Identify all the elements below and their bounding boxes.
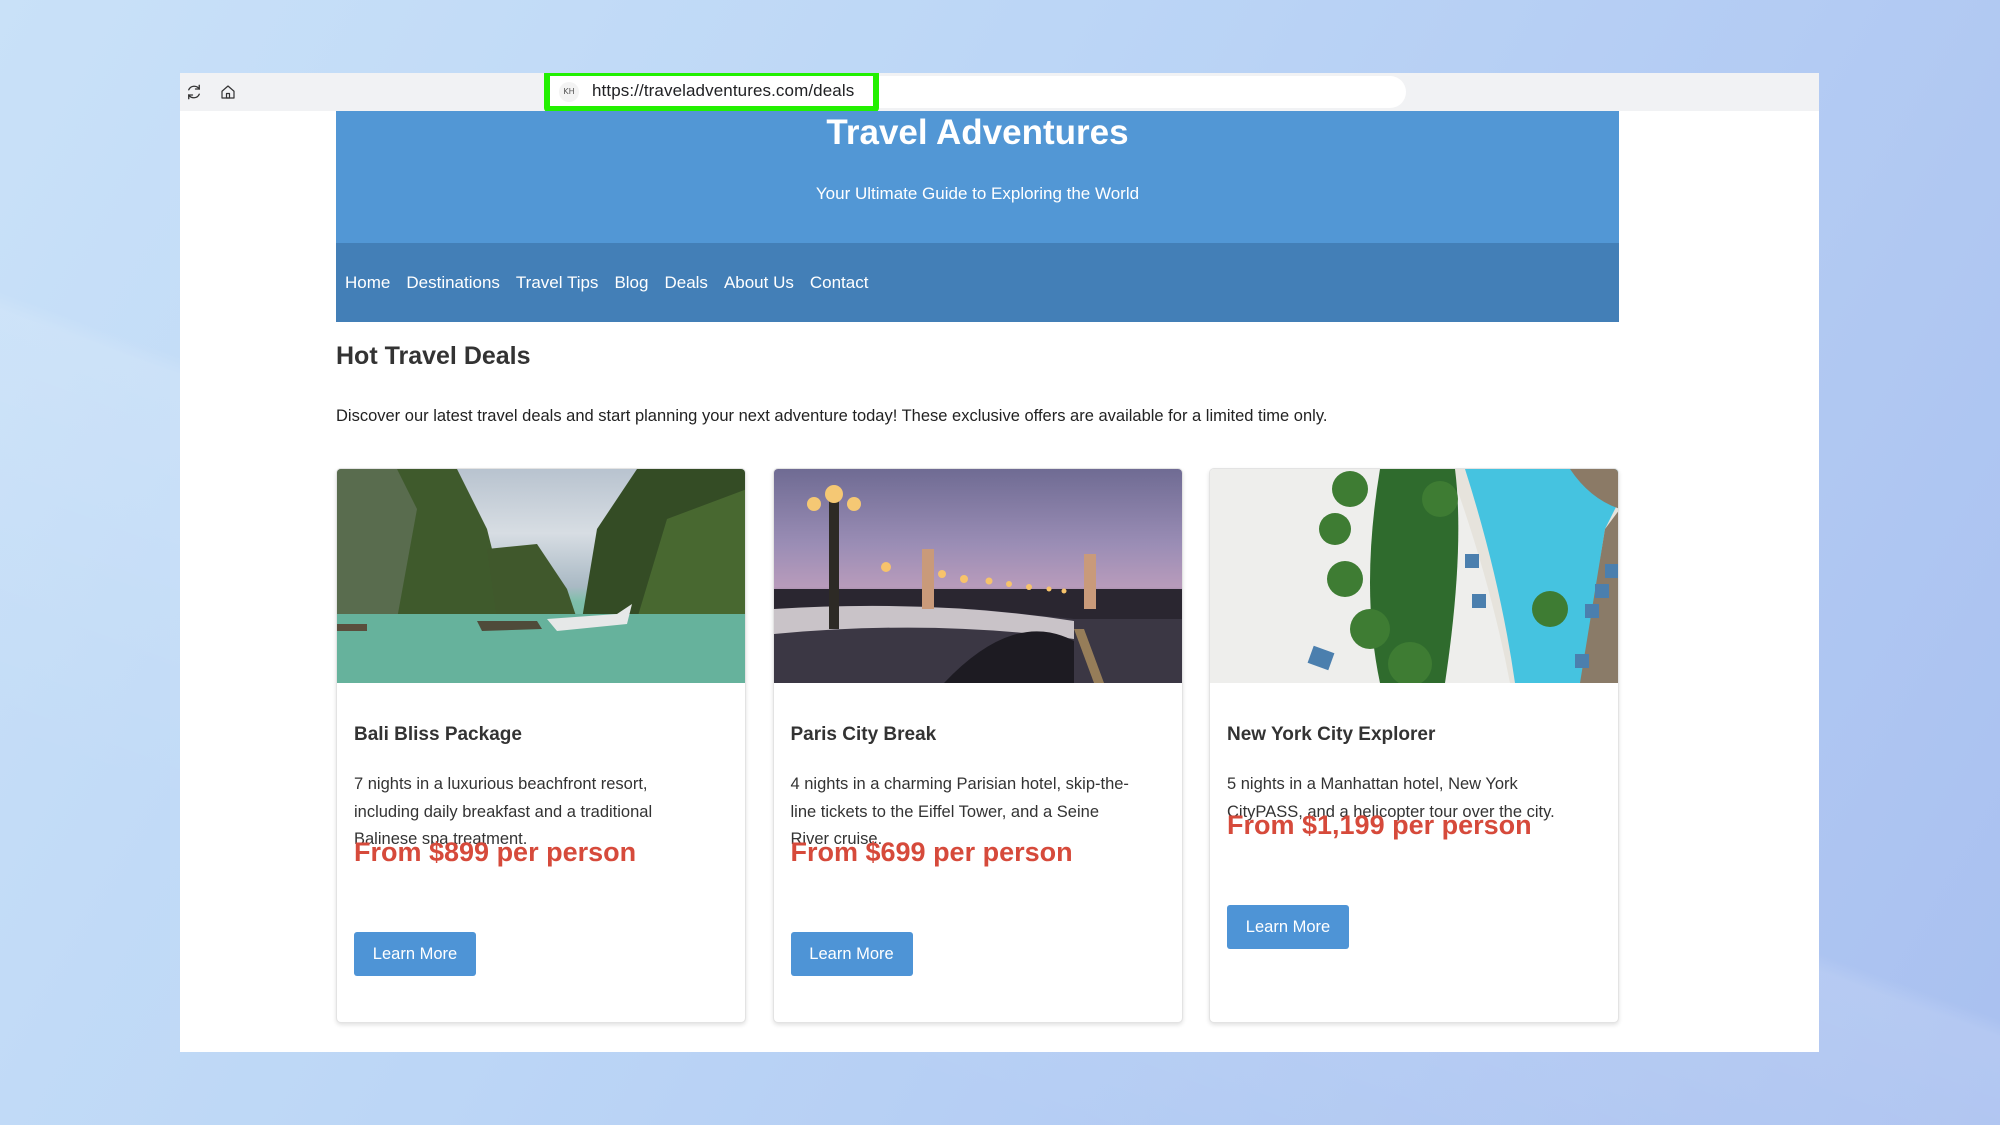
section-title: Hot Travel Deals — [336, 342, 531, 370]
reload-icon[interactable] — [184, 82, 204, 102]
nav-blog[interactable]: Blog — [614, 273, 648, 293]
deals-grid: Bali Bliss Package 7 nights in a luxurio… — [336, 468, 1619, 1023]
section-description: Discover our latest travel deals and sta… — [336, 407, 1328, 425]
bali-illustration — [337, 469, 745, 683]
browser-toolbar: KH https://traveladventures.com/deals — [180, 73, 1819, 112]
url-text[interactable]: https://traveladventures.com/deals — [592, 81, 854, 101]
deal-title: New York City Explorer — [1227, 724, 1436, 745]
learn-more-button[interactable]: Learn More — [354, 932, 476, 976]
deal-price: From $1,199 per person — [1227, 810, 1532, 840]
main-nav: Home Destinations Travel Tips Blog Deals… — [336, 243, 1619, 322]
deal-card: Bali Bliss Package 7 nights in a luxurio… — [336, 468, 746, 1023]
paris-illustration — [773, 485, 1182, 683]
learn-more-button[interactable]: Learn More — [1227, 905, 1349, 949]
site-title: Travel Adventures — [826, 113, 1129, 152]
learn-more-button[interactable]: Learn More — [790, 932, 913, 976]
nav-home[interactable]: Home — [345, 273, 390, 293]
deal-image-bali — [337, 469, 745, 683]
site-tagline: Your Ultimate Guide to Exploring the Wor… — [815, 184, 1140, 203]
deal-price: From $699 per person — [790, 837, 1073, 867]
address-bar-highlight[interactable]: KH https://traveladventures.com/deals — [544, 73, 879, 112]
site-header: Travel Adventures Your Ultimate Guide to… — [336, 111, 1619, 243]
deal-title: Bali Bliss Package — [354, 724, 522, 745]
nav-about-us[interactable]: About Us — [724, 273, 794, 293]
browser-window: KH https://traveladventures.com/deals Tr… — [180, 73, 1819, 1052]
nav-destinations[interactable]: Destinations — [406, 273, 500, 293]
deal-price: From $899 per person — [354, 837, 637, 867]
deal-image-paris — [773, 469, 1182, 683]
deal-card: New York City Explorer 5 nights in a Man… — [1209, 468, 1619, 1023]
resort-illustration — [1210, 469, 1618, 683]
deal-image-newyork — [1210, 469, 1618, 683]
home-icon[interactable] — [218, 82, 238, 102]
deal-card: Paris City Break 4 nights in a charming … — [772, 468, 1183, 1023]
site-info-icon[interactable]: KH — [559, 82, 579, 102]
nav-deals[interactable]: Deals — [664, 273, 707, 293]
web-page: Travel Adventures Your Ultimate Guide to… — [336, 111, 1619, 1023]
nav-contact[interactable]: Contact — [810, 273, 869, 293]
deal-title: Paris City Break — [790, 724, 937, 745]
nav-travel-tips[interactable]: Travel Tips — [516, 273, 599, 293]
